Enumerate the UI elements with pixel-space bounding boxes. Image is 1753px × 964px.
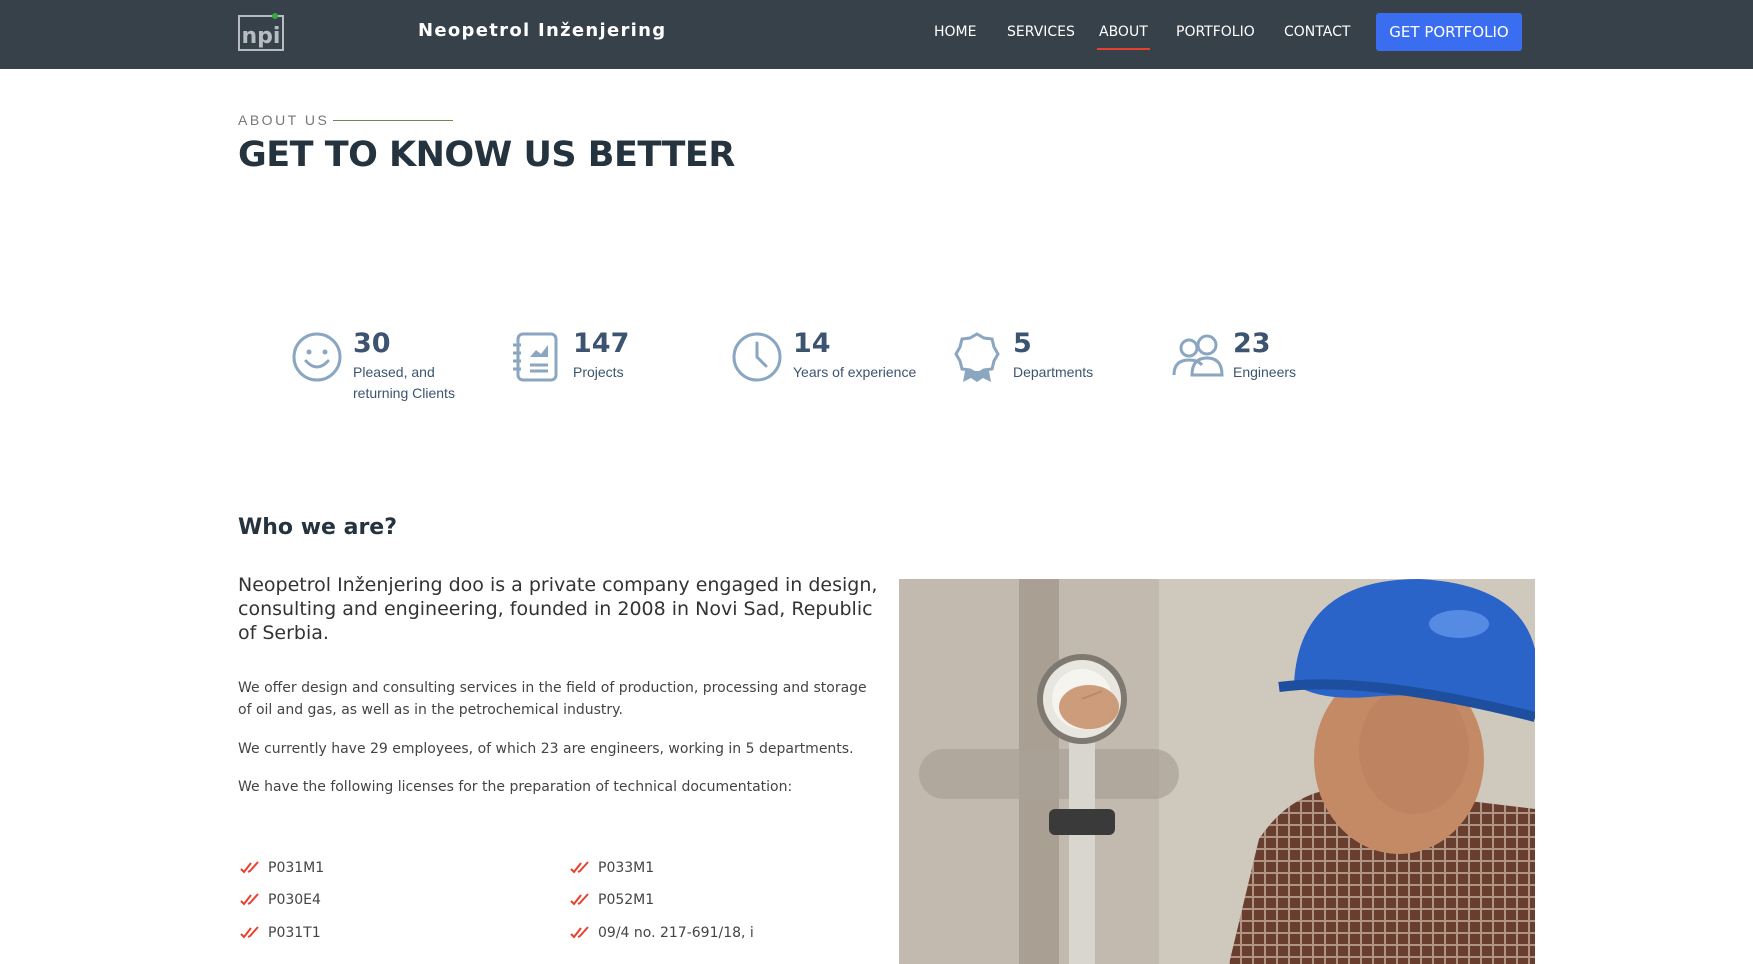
list-item: P031M1 bbox=[240, 860, 324, 876]
double-check-icon bbox=[240, 893, 259, 906]
nav-services[interactable]: SERVICES bbox=[1007, 24, 1075, 40]
employees-paragraph: We currently have 29 employees, of which… bbox=[238, 741, 854, 757]
counter-value-clients: 30 bbox=[353, 328, 391, 359]
brand-name[interactable]: Neopetrol Inženjering bbox=[418, 20, 666, 41]
smile-icon bbox=[292, 332, 342, 382]
license-code: P052M1 bbox=[598, 892, 655, 908]
list-item: P030E4 bbox=[240, 892, 321, 908]
eyebrow-divider bbox=[333, 120, 453, 121]
double-check-icon bbox=[240, 926, 259, 939]
counter-value-years: 14 bbox=[793, 328, 831, 359]
get-portfolio-button[interactable]: GET PORTFOLIO bbox=[1376, 13, 1522, 51]
double-check-icon bbox=[570, 861, 589, 874]
who-heading: Who we are? bbox=[238, 515, 397, 540]
page-title: GET TO KNOW US BETTER bbox=[238, 135, 735, 175]
counter-value-engineers: 23 bbox=[1233, 328, 1271, 359]
list-item: P033M1 bbox=[570, 860, 654, 876]
clock-icon bbox=[732, 332, 782, 382]
report-icon bbox=[513, 332, 558, 382]
navbar: npi Neopetrol Inženjering HOME SERVICES … bbox=[0, 0, 1753, 69]
licenses-intro: We have the following licenses for the p… bbox=[238, 779, 793, 795]
award-icon bbox=[954, 332, 1000, 382]
users-icon bbox=[1172, 334, 1224, 377]
list-item: P031T1 bbox=[240, 925, 321, 941]
license-code: 09/4 no. 217-691/18, i bbox=[598, 925, 754, 941]
counter-label-years: Years of experience bbox=[793, 364, 917, 380]
license-code: P031M1 bbox=[268, 860, 325, 876]
nav-contact[interactable]: CONTACT bbox=[1284, 24, 1350, 40]
engineer-photo bbox=[899, 579, 1535, 964]
license-code: P033M1 bbox=[598, 860, 655, 876]
counter-label-departments: Departments bbox=[1013, 364, 1094, 380]
nav-about[interactable]: ABOUT bbox=[1097, 24, 1150, 50]
nav-portfolio[interactable]: PORTFOLIO bbox=[1176, 24, 1255, 40]
logo-text: npi bbox=[242, 24, 281, 49]
counter-value-projects: 147 bbox=[573, 328, 630, 359]
engineer-illustration bbox=[899, 579, 1535, 964]
counter-label-engineers: Engineers bbox=[1233, 364, 1297, 380]
double-check-icon bbox=[240, 861, 259, 874]
section-eyebrow: ABOUT US bbox=[238, 112, 330, 128]
logo-icon[interactable]: npi bbox=[238, 12, 284, 52]
list-item: P052M1 bbox=[570, 892, 654, 908]
license-code: P031T1 bbox=[268, 925, 321, 941]
nav-home[interactable]: HOME bbox=[934, 24, 976, 40]
services-paragraph: We offer design and consulting services … bbox=[238, 680, 867, 718]
counter-label-projects: Projects bbox=[573, 364, 624, 380]
list-item: 09/4 no. 217-691/18, i bbox=[570, 925, 754, 941]
intro-lead: Neopetrol Inženjering doo is a private c… bbox=[238, 574, 878, 644]
double-check-icon bbox=[570, 926, 589, 939]
counter-label-clients: Pleased, and returning Clients bbox=[353, 364, 455, 401]
double-check-icon bbox=[570, 893, 589, 906]
license-code: P030E4 bbox=[268, 892, 321, 908]
counter-value-departments: 5 bbox=[1013, 328, 1032, 359]
